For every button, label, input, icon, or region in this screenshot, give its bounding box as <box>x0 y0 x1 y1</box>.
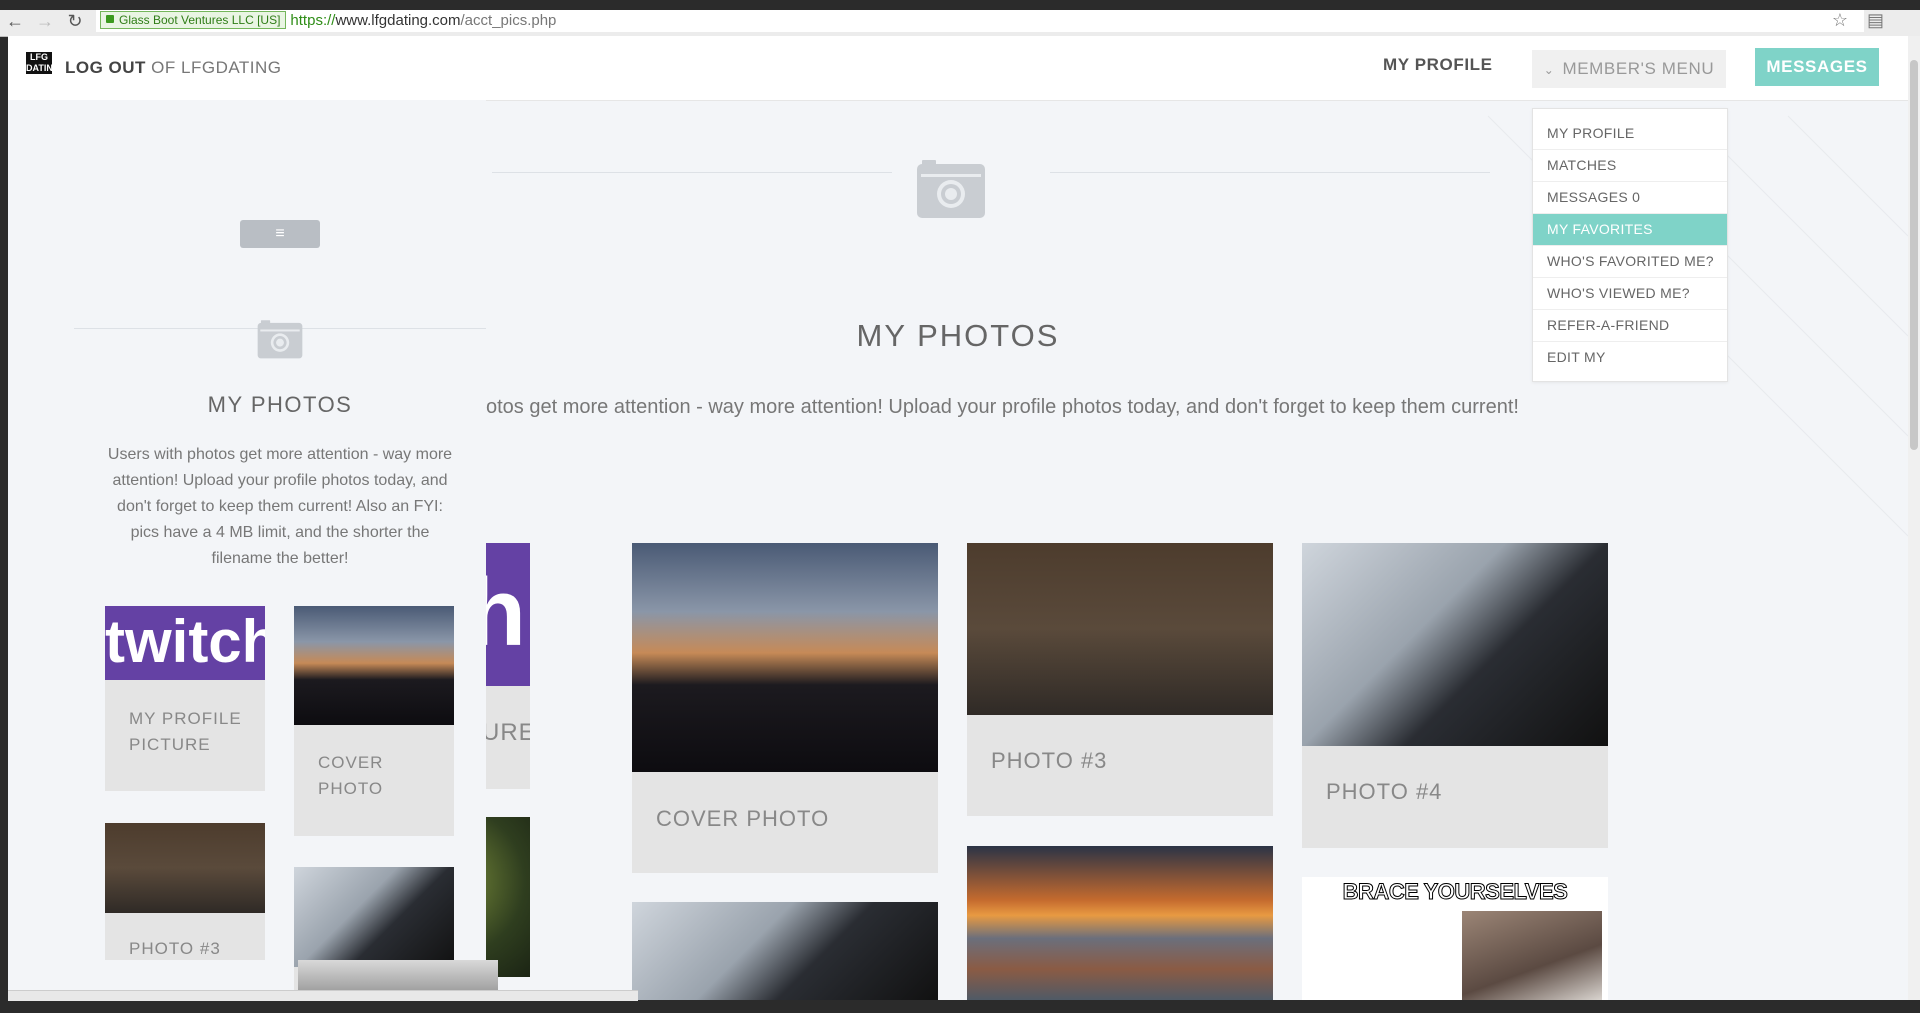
photo-caption: PHOTO #3 <box>991 748 1108 773</box>
photo-caption: PHOTO #4 <box>1326 779 1443 804</box>
photo-4-image <box>1302 543 1608 746</box>
members-dropdown-menu: MY PROFILE MATCHES MESSAGES 0 MY FAVORIT… <box>1532 108 1728 382</box>
site-logo[interactable]: LFG DATING <box>26 52 60 74</box>
cover-photo-image <box>632 543 938 772</box>
chevron-down-icon: ⌄ <box>1543 63 1555 77</box>
porto-image <box>967 846 1273 1000</box>
header-divider-left <box>492 172 892 173</box>
photo-3-image <box>967 543 1273 715</box>
site-navbar: LFG DATING LOG OUT OF LFGDATING MY PROFI… <box>8 36 1908 101</box>
meme-figure <box>1462 911 1602 1000</box>
meme-caption: BRACE YOURSELVES <box>1342 879 1568 905</box>
menu-item-messages[interactable]: MESSAGES 0 <box>1533 182 1727 214</box>
logo-text: LFG DATING <box>26 52 60 73</box>
menu-item-refer-a-friend[interactable]: REFER-A-FRIEND <box>1533 310 1727 342</box>
mini-card-profile[interactable]: twitch MY PROFILE PICTURE <box>105 606 265 791</box>
camera-icon <box>257 320 303 359</box>
page-title: MY PHOTOS <box>856 318 1060 353</box>
meme-image: BRACE YOURSELVES <box>1302 877 1608 1000</box>
menu-item-my-profile[interactable]: MY PROFILE <box>1533 118 1727 150</box>
forward-arrow-icon[interactable]: → <box>34 10 56 32</box>
cover-photo-image <box>294 606 454 725</box>
twitch-logo-image: twitch <box>105 606 265 680</box>
extension-icon[interactable]: ▤ <box>1867 10 1884 30</box>
photo-caption: PHOTO #3 <box>129 939 221 958</box>
photo-card-laptop-2[interactable] <box>632 902 938 1000</box>
photo-caption: COVER PHOTO <box>656 806 830 831</box>
mini-title: MY PHOTOS <box>207 392 353 417</box>
logout-rest: OF LFGDATING <box>145 58 282 77</box>
photo-card-3[interactable]: PHOTO #3 <box>967 543 1273 816</box>
url-scheme: https:// <box>290 12 336 29</box>
url-host: www.lfgdating.com <box>335 12 461 29</box>
mini-description: Users with photos get more attention - w… <box>107 446 453 567</box>
photo-caption: MY PROFILE PICTURE <box>129 709 242 754</box>
nav-my-profile[interactable]: MY PROFILE <box>1383 55 1493 75</box>
window-top-bar <box>0 0 1920 10</box>
photo-card-cover[interactable]: COVER PHOTO <box>632 543 938 873</box>
browser-toolbar-right: ☆ ▤ <box>1818 10 1884 31</box>
reload-icon[interactable]: ↻ <box>64 10 86 32</box>
bookmark-star-icon[interactable]: ☆ <box>1832 10 1848 30</box>
scrollbar-thumb[interactable] <box>1910 60 1918 450</box>
menu-item-matches[interactable]: MATCHES <box>1533 150 1727 182</box>
mini-card-photo3[interactable]: PHOTO #3 <box>105 823 265 960</box>
twitch-text: twitch <box>105 608 265 675</box>
menu-item-my-favorites[interactable]: MY FAVORITES <box>1533 214 1727 246</box>
address-bar[interactable]: Glass Boot Ventures LLC [US] https://www.… <box>96 10 1864 32</box>
back-arrow-icon[interactable]: ← <box>4 10 26 32</box>
ev-certificate-badge[interactable]: Glass Boot Ventures LLC [US] <box>100 11 287 29</box>
menu-icon[interactable]: ≡ <box>240 220 320 248</box>
laptop-image <box>632 902 938 1000</box>
browser-chrome: ← → ↻ Glass Boot Ventures LLC [US] https:… <box>0 0 1920 37</box>
menu-item-edit-my[interactable]: EDIT MY <box>1533 342 1727 373</box>
browser-status-bar <box>8 990 638 1001</box>
page-viewport: LFG DATING LOG OUT OF LFGDATING MY PROFI… <box>8 36 1908 1000</box>
members-menu-button[interactable]: ⌄ MEMBER'S MENU <box>1532 50 1726 88</box>
photo-card-porto[interactable] <box>967 846 1273 1000</box>
menu-item-whos-favorited-me[interactable]: WHO'S FAVORITED ME? <box>1533 246 1727 278</box>
photo-card-4[interactable]: PHOTO #4 <box>1302 543 1608 848</box>
menu-item-whos-viewed-me[interactable]: WHO'S VIEWED ME? <box>1533 278 1727 310</box>
messages-button[interactable]: MESSAGES <box>1755 48 1879 86</box>
header-divider-right <box>1050 172 1490 173</box>
photo-caption: COVER PHOTO <box>318 753 384 798</box>
laptop-image <box>294 867 454 967</box>
members-menu-label: MEMBER'S MENU <box>1562 59 1715 78</box>
photo-3-image <box>105 823 265 913</box>
logout-link[interactable]: LOG OUT OF LFGDATING <box>65 58 282 78</box>
logout-bold: LOG OUT <box>65 58 146 77</box>
narrow-layout-overlay: ≡ MY PHOTOS Users with photos get more a… <box>8 100 498 1000</box>
camera-icon <box>917 160 985 218</box>
mini-card-cover[interactable]: COVER PHOTO <box>294 606 454 836</box>
url-path: /acct_pics.php <box>460 12 557 29</box>
photo-card-meme[interactable]: BRACE YOURSELVES <box>1302 877 1608 1000</box>
page-description: otos get more attention - way more atten… <box>486 396 1519 418</box>
